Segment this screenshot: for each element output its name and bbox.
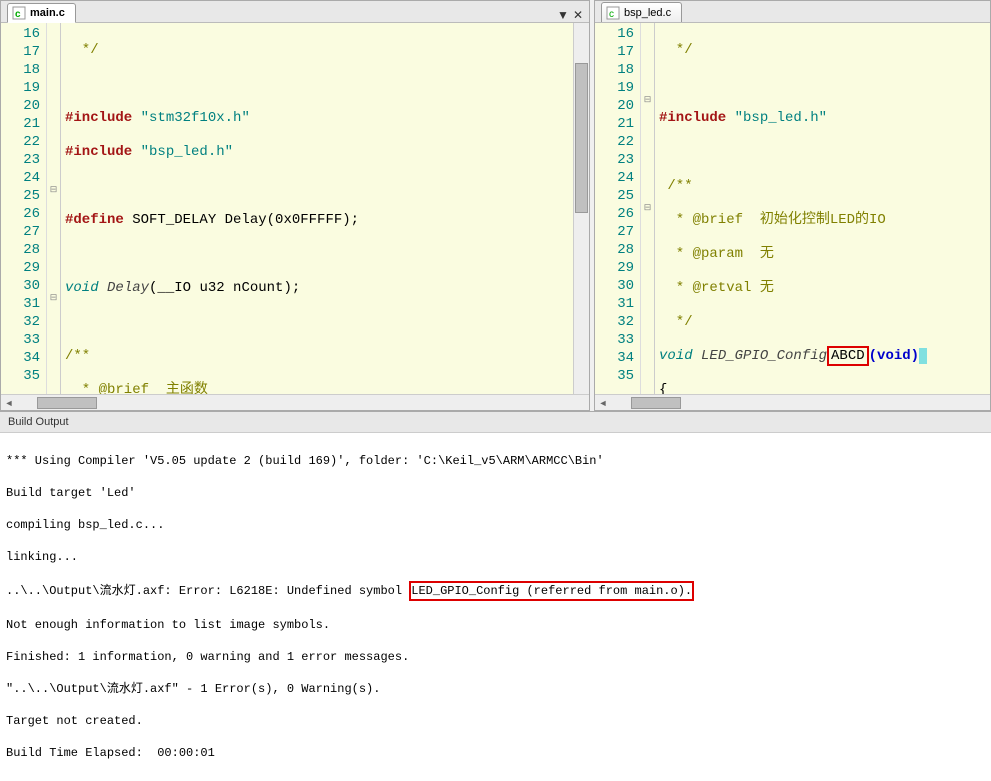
- output-line: Build Time Elapsed: 00:00:01: [6, 745, 985, 761]
- code-editor-bsp[interactable]: 1617181920212223242526272829303132333435…: [595, 23, 990, 394]
- vertical-scrollbar[interactable]: [573, 23, 589, 394]
- svg-text:c: c: [609, 9, 614, 20]
- c-file-icon: c: [12, 6, 26, 20]
- editor-pane-main: c main.c ▼ ✕ 161718192021222324252627282…: [0, 0, 590, 411]
- output-line: "..\..\Output\流水灯.axf" - 1 Error(s), 0 W…: [6, 681, 985, 697]
- line-gutter: 1617181920212223242526272829303132333435: [1, 23, 47, 394]
- highlighted-abcd: ABCD: [827, 346, 869, 366]
- output-line: Target not created.: [6, 713, 985, 729]
- tab-bar-right: c bsp_led.c: [595, 1, 990, 23]
- tab-bar-left: c main.c ▼ ✕: [1, 1, 589, 23]
- fold-column[interactable]: ⊟⊟: [47, 23, 61, 394]
- output-line: linking...: [6, 549, 985, 565]
- tab-label: bsp_led.c: [624, 7, 671, 19]
- horizontal-scrollbar[interactable]: ◄: [1, 394, 589, 410]
- output-line: compiling bsp_led.c...: [6, 517, 985, 533]
- highlighted-error: LED_GPIO_Config (referred from main.o).: [409, 581, 694, 601]
- line-gutter: 1617181920212223242526272829303132333435: [595, 23, 641, 394]
- code-editor-main[interactable]: 1617181920212223242526272829303132333435…: [1, 23, 589, 394]
- code-area[interactable]: */ #include "bsp_led.h" /** * @brief 初始化…: [655, 23, 990, 394]
- build-output-title: Build Output: [0, 412, 991, 433]
- tab-bsp-led-c[interactable]: c bsp_led.c: [601, 2, 682, 22]
- horizontal-scrollbar[interactable]: ◄: [595, 394, 990, 410]
- tab-dropdown-icon[interactable]: ▼: [557, 8, 569, 22]
- svg-text:c: c: [15, 9, 21, 20]
- output-line: Not enough information to list image sym…: [6, 617, 985, 633]
- output-line: Build target 'Led': [6, 485, 985, 501]
- c-file-icon: c: [606, 6, 620, 20]
- output-line: *** Using Compiler 'V5.05 update 2 (buil…: [6, 453, 985, 469]
- tab-main-c[interactable]: c main.c: [7, 3, 76, 23]
- build-output-panel[interactable]: *** Using Compiler 'V5.05 update 2 (buil…: [0, 433, 991, 781]
- output-error-line: ..\..\Output\流水灯.axf: Error: L6218E: Und…: [6, 581, 985, 601]
- code-area[interactable]: */ #include "stm32f10x.h" #include "bsp_…: [61, 23, 589, 394]
- editor-pane-bsp: c bsp_led.c 1617181920212223242526272829…: [594, 0, 991, 411]
- tab-close-icon[interactable]: ✕: [573, 8, 583, 22]
- fold-column[interactable]: ⊟⊟: [641, 23, 655, 394]
- tab-label: main.c: [30, 7, 65, 19]
- output-line: Finished: 1 information, 0 warning and 1…: [6, 649, 985, 665]
